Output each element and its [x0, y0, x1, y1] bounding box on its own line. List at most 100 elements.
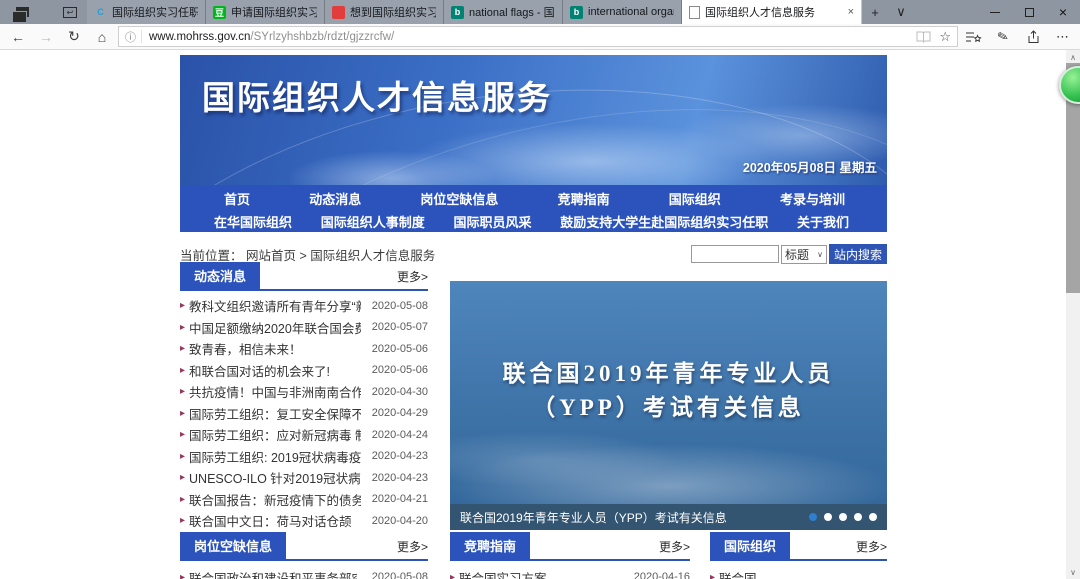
tab-close-icon[interactable]: ×: [848, 6, 854, 18]
carousel-dot[interactable]: [839, 513, 847, 521]
news-title[interactable]: 中国足额缴纳2020年联合国会费: [189, 318, 361, 337]
forward-icon[interactable]: →: [34, 29, 58, 45]
scroll-up-icon[interactable]: ∧: [1066, 50, 1080, 64]
share-icon[interactable]: [1018, 30, 1048, 44]
url-domain: www.mohrss.gov.cn: [149, 31, 250, 43]
news-title[interactable]: 和联合国对话的机会来了!: [189, 361, 330, 380]
list-item[interactable]: ▸ 联合国实习方案 2020-04-16: [450, 567, 690, 579]
browser-tab-active[interactable]: 国际组织人才信息服务 ×: [682, 0, 862, 24]
tab-bar: ↩ C 国际组织实习任职专区 豆 申请国际组织实习经验贴 - 想到国际组织实习任…: [0, 0, 1080, 24]
divider: [141, 30, 142, 43]
page-icon: [689, 6, 700, 19]
reading-view-icon[interactable]: [916, 30, 931, 43]
news-more-link[interactable]: 更多>: [397, 268, 428, 289]
search-category-select[interactable]: 标题 ∨: [781, 245, 827, 264]
set-tabs-aside-icon[interactable]: [16, 7, 29, 17]
carousel-dot[interactable]: [869, 513, 877, 521]
list-item[interactable]: ▸ 联合国: [710, 567, 887, 579]
nav-link[interactable]: 动态消息: [309, 189, 361, 208]
url-text[interactable]: www.mohrss.gov.cn/SYrlzyhshbzb/rdzt/gjzz…: [149, 31, 908, 43]
item-title[interactable]: 联合国实习方案: [459, 568, 547, 579]
nav-link[interactable]: 岗位空缺信息: [420, 189, 498, 208]
browser-tab[interactable]: 豆 申请国际组织实习经验贴 -: [206, 0, 325, 24]
news-title[interactable]: 联合国报告：新冠疫情下的债务危机...: [189, 490, 361, 509]
nav-link[interactable]: 国际职员风采: [453, 212, 531, 231]
tab-vacancies[interactable]: 岗位空缺信息: [180, 532, 286, 559]
bullet-triangle-icon: ▸: [180, 572, 185, 579]
news-list-item[interactable]: ▸ 国际劳工组织：复工安全保障不足可... 2020-04-29: [180, 403, 428, 425]
browser-tab[interactable]: C 国际组织实习任职专区: [87, 0, 206, 24]
news-list-item[interactable]: ▸ 国际劳工组织: 2019冠状病毒疫情对... 2020-04-23: [180, 446, 428, 468]
bullet-triangle-icon: ▸: [180, 322, 185, 333]
nav-link[interactable]: 竞聘指南: [558, 189, 610, 208]
search-input[interactable]: [691, 245, 779, 263]
list-item[interactable]: ▸ 联合国政治和建设和平事务部空缺岗位 2020-05-08: [180, 567, 428, 579]
carousel-dot[interactable]: [824, 513, 832, 521]
carousel[interactable]: 联合国2019年青年专业人员 （YPP）考试有关信息 联合国2019年青年专业人…: [450, 281, 887, 530]
carousel-dot[interactable]: [854, 513, 862, 521]
news-title[interactable]: 国际劳工组织：复工安全保障不足可...: [189, 404, 361, 423]
tab-favicon: 豆: [213, 6, 226, 19]
window-controls: ×: [978, 0, 1080, 24]
news-list-item[interactable]: ▸ 中国足额缴纳2020年联合国会费 2020-05-07: [180, 317, 428, 339]
news-title[interactable]: 联合国中文日：荷马对话仓颉: [189, 511, 352, 530]
floating-widget-button[interactable]: [1059, 66, 1080, 104]
news-list-item[interactable]: ▸ 共抗疫情！中国与非洲南南合作分享... 2020-04-30: [180, 381, 428, 403]
minimize-button[interactable]: [978, 0, 1012, 24]
search-button[interactable]: 站内搜索: [829, 244, 887, 264]
nav-link[interactable]: 国际组织人事制度: [321, 212, 425, 231]
bullet-triangle-icon: ▸: [180, 451, 185, 462]
tab-organizations[interactable]: 国际组织: [710, 532, 790, 559]
item-title[interactable]: 联合国: [719, 568, 757, 579]
new-tab-button[interactable]: +: [862, 0, 888, 24]
news-list-item[interactable]: ▸ 联合国中文日：荷马对话仓颉 2020-04-20: [180, 510, 428, 532]
item-title[interactable]: 联合国政治和建设和平事务部空缺岗位: [189, 568, 357, 579]
carousel-caption[interactable]: 联合国2019年青年专业人员（YPP）考试有关信息: [460, 509, 727, 526]
back-icon[interactable]: ←: [6, 29, 30, 45]
news-list-item[interactable]: ▸ 联合国报告：新冠疫情下的债务危机... 2020-04-21: [180, 489, 428, 511]
scroll-down-icon[interactable]: ∨: [1066, 565, 1080, 579]
vacancies-more-link[interactable]: 更多>: [397, 538, 428, 559]
tab-preview-icon[interactable]: ↩: [63, 7, 77, 18]
refresh-icon[interactable]: ↻: [62, 28, 86, 45]
hub-favorites-icon[interactable]: [958, 30, 988, 44]
address-bar[interactable]: ⓘ www.mohrss.gov.cn/SYrlzyhshbzb/rdzt/gj…: [118, 26, 958, 47]
tab-guide[interactable]: 竞聘指南: [450, 532, 530, 559]
browser-tab[interactable]: b national flags - 国际版 Bing: [444, 0, 563, 24]
news-title[interactable]: 国际劳工组织：应对新冠病毒 制衣业...: [189, 425, 361, 444]
guide-more-link[interactable]: 更多>: [659, 538, 690, 559]
add-favorite-star-icon[interactable]: ☆: [939, 29, 951, 45]
nav-link[interactable]: 关于我们: [797, 212, 849, 231]
nav-link[interactable]: 首页: [224, 189, 250, 208]
browser-tab[interactable]: b international organizations: [563, 0, 682, 24]
organizations-more-link[interactable]: 更多>: [856, 538, 887, 559]
tab-favicon: [332, 6, 345, 19]
tab-news[interactable]: 动态消息: [180, 262, 260, 289]
news-list-item[interactable]: ▸ 和联合国对话的机会来了! 2020-05-06: [180, 360, 428, 382]
news-list-item[interactable]: ▸ 教科文组织邀请所有青年分享“新冠... 2020-05-08: [180, 295, 428, 317]
carousel-slide-image[interactable]: 联合国2019年青年专业人员 （YPP）考试有关信息: [450, 281, 887, 504]
tab-actions-chevron-icon[interactable]: ∨: [888, 0, 914, 24]
web-note-pen-icon[interactable]: ✎: [986, 25, 1019, 48]
news-title[interactable]: UNESCO-ILO 针对2019冠状病毒病疫情...: [189, 468, 361, 487]
news-list-item[interactable]: ▸ UNESCO-ILO 针对2019冠状病毒病疫情... 2020-04-23: [180, 467, 428, 489]
news-title[interactable]: 教科文组织邀请所有青年分享“新冠...: [189, 296, 361, 315]
nav-link[interactable]: 考录与培训: [780, 189, 845, 208]
scrollbar[interactable]: ∧ ∨: [1066, 50, 1080, 579]
news-title[interactable]: 国际劳工组织: 2019冠状病毒疫情对...: [189, 447, 361, 466]
news-list-item[interactable]: ▸ 致青春，相信未来！ 2020-05-06: [180, 338, 428, 360]
carousel-dot[interactable]: [809, 513, 817, 521]
browser-tab[interactable]: 想到国际组织实习任职吗？: [325, 0, 444, 24]
breadcrumb-path[interactable]: 网站首页 > 国际组织人才信息服务: [246, 249, 435, 263]
maximize-button[interactable]: [1012, 0, 1046, 24]
close-button[interactable]: ×: [1046, 0, 1080, 24]
site-info-icon[interactable]: ⓘ: [125, 29, 136, 45]
nav-link[interactable]: 在华国际组织: [214, 212, 292, 231]
news-list-item[interactable]: ▸ 国际劳工组织：应对新冠病毒 制衣业... 2020-04-24: [180, 424, 428, 446]
nav-link[interactable]: 鼓励支持大学生赴国际组织实习任职: [560, 212, 768, 231]
home-icon[interactable]: ⌂: [90, 29, 114, 45]
news-title[interactable]: 致青春，相信未来！: [189, 339, 302, 358]
more-menu-icon[interactable]: ⋯: [1048, 29, 1078, 45]
nav-link[interactable]: 国际组织: [669, 189, 721, 208]
news-title[interactable]: 共抗疫情！中国与非洲南南合作分享...: [189, 382, 361, 401]
